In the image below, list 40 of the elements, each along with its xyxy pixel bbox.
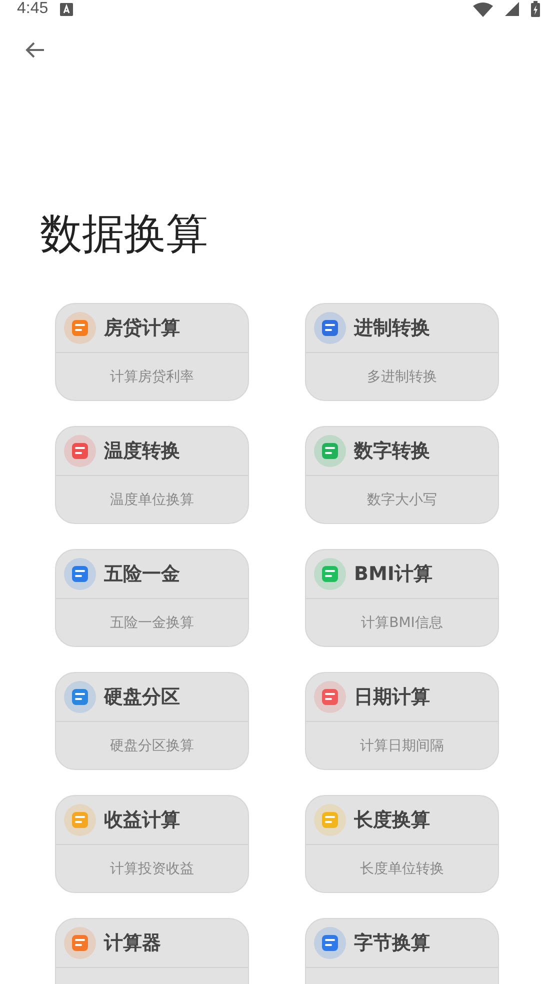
tool-description: 多进制转换 — [367, 368, 437, 386]
tool-name: 收益计算 — [104, 808, 180, 833]
tool-card[interactable]: 硬盘分区 硬盘分区换算 — [55, 672, 249, 770]
tool-name: BMI计算 — [354, 562, 432, 587]
notification-icon — [60, 2, 74, 16]
tool-description: 数字大小写 — [367, 490, 437, 508]
signal-icon — [505, 2, 519, 16]
tool-description: 计算投资收益 — [110, 860, 194, 878]
tool-name: 进制转换 — [354, 316, 430, 341]
tool-card[interactable]: 收益计算 计算投资收益 — [55, 795, 249, 893]
tool-description: 长度单位转换 — [360, 860, 444, 878]
tool-description: 五险一金换算 — [110, 614, 194, 632]
tool-card[interactable]: 进制转换 多进制转换 — [305, 303, 499, 401]
tool-description: 计算房贷利率 — [110, 368, 194, 386]
tool-card[interactable]: 温度转换 温度单位换算 — [55, 426, 249, 524]
tool-card[interactable]: 字节换算 — [305, 918, 499, 984]
tool-description: 硬盘分区换算 — [110, 736, 194, 754]
tool-name: 数字转换 — [354, 439, 430, 464]
tool-card[interactable]: BMI计算 计算BMI信息 — [305, 549, 499, 647]
tool-card[interactable]: 五险一金 五险一金换算 — [55, 549, 249, 647]
tool-name: 五险一金 — [104, 562, 180, 587]
tool-card[interactable]: 数字转换 数字大小写 — [305, 426, 499, 524]
tool-card[interactable]: 长度换算 长度单位转换 — [305, 795, 499, 893]
status-time: 4:45 — [17, 0, 48, 18]
tool-name: 字节换算 — [354, 931, 430, 956]
tool-description: 计算BMI信息 — [361, 614, 443, 632]
tool-card[interactable]: 日期计算 计算日期间隔 — [305, 672, 499, 770]
page-title: 数据换算 — [40, 208, 209, 260]
tool-name: 房贷计算 — [104, 316, 180, 341]
tool-description: 温度单位换算 — [110, 490, 194, 508]
tool-name: 计算器 — [104, 931, 161, 956]
tool-name: 温度转换 — [104, 439, 180, 464]
wifi-icon — [473, 2, 493, 16]
tool-card[interactable]: 计算器 — [55, 918, 249, 984]
tool-card[interactable]: 房贷计算 计算房贷利率 — [55, 303, 249, 401]
tool-name: 长度换算 — [354, 808, 430, 833]
tool-description: 计算日期间隔 — [360, 736, 444, 754]
tool-name: 日期计算 — [354, 685, 430, 710]
battery-icon — [531, 1, 540, 17]
tool-name: 硬盘分区 — [104, 685, 180, 710]
